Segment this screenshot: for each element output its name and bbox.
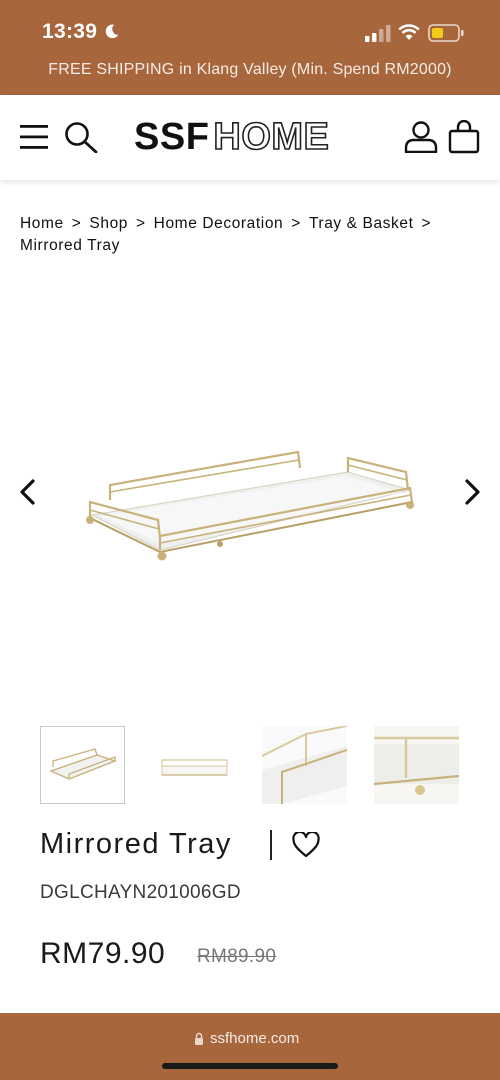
- thumbnail-1[interactable]: [40, 726, 125, 804]
- breadcrumb-separator: >: [291, 215, 301, 232]
- brand-logo-bold: SSF: [134, 116, 210, 158]
- browser-url[interactable]: ssfhome.com: [210, 1030, 299, 1047]
- battery-icon: [428, 24, 464, 42]
- thumbnail-2[interactable]: [152, 726, 237, 804]
- product-image: [86, 450, 414, 561]
- product-title: Mirrored Tray: [40, 828, 232, 860]
- account-icon[interactable]: [404, 121, 438, 153]
- breadcrumb-separator: >: [71, 215, 82, 232]
- brand-logo-outline: HOME: [213, 116, 330, 158]
- product-original-price: RM89.90: [197, 946, 277, 967]
- thumbnail-1-image: [49, 748, 118, 780]
- moon-icon: [105, 24, 119, 39]
- breadcrumb-home[interactable]: Home: [20, 215, 64, 232]
- breadcrumb-tray-basket[interactable]: Tray & Basket: [309, 215, 414, 232]
- wifi-icon: [398, 24, 420, 40]
- thumbnail-3-image: [261, 725, 348, 804]
- thumbnail-3[interactable]: [261, 725, 348, 804]
- lock-icon: [195, 1032, 203, 1045]
- thumbnail-strip: [40, 725, 470, 806]
- status-time: 13:39: [42, 20, 98, 43]
- breadcrumb-home-decoration[interactable]: Home Decoration: [154, 215, 284, 232]
- product-price: RM79.90: [40, 937, 166, 970]
- breadcrumb-shop[interactable]: Shop: [89, 215, 128, 232]
- chevron-left-icon[interactable]: [16, 478, 40, 506]
- thumbnail-2-image: [161, 759, 228, 776]
- site-header: SSF HOME: [0, 95, 500, 180]
- promo-banner[interactable]: FREE SHIPPING in Klang Valley (Min. Spen…: [0, 61, 500, 79]
- thumbnail-4-image: [373, 726, 460, 804]
- product-gallery: [0, 290, 500, 690]
- chevron-right-icon[interactable]: [460, 478, 484, 506]
- browser-bar: ssfhome.com: [0, 1013, 500, 1080]
- title-divider: [270, 830, 272, 860]
- status-bar: 13:39: [0, 0, 500, 60]
- brand-logo[interactable]: SSF HOME: [134, 116, 330, 158]
- cart-icon[interactable]: [448, 120, 480, 154]
- search-icon[interactable]: [64, 121, 98, 153]
- breadcrumb: Home > Shop > Home Decoration > Tray & Basket >…: [20, 213, 490, 257]
- top-banner: 13:39 FREE SHIPPING in Klang Valley (Min…: [0, 0, 500, 95]
- signal-icon: [365, 25, 391, 42]
- thumbnail-4[interactable]: [373, 726, 460, 804]
- breadcrumb-current: Mirrored Tray: [20, 237, 120, 254]
- home-indicator[interactable]: [162, 1063, 338, 1069]
- product-sku: DGLCHAYN201006GD: [40, 882, 241, 903]
- breadcrumb-separator: >: [136, 215, 146, 232]
- menu-icon[interactable]: [20, 124, 48, 150]
- heart-icon[interactable]: [292, 832, 320, 858]
- breadcrumb-separator: >: [421, 215, 432, 232]
